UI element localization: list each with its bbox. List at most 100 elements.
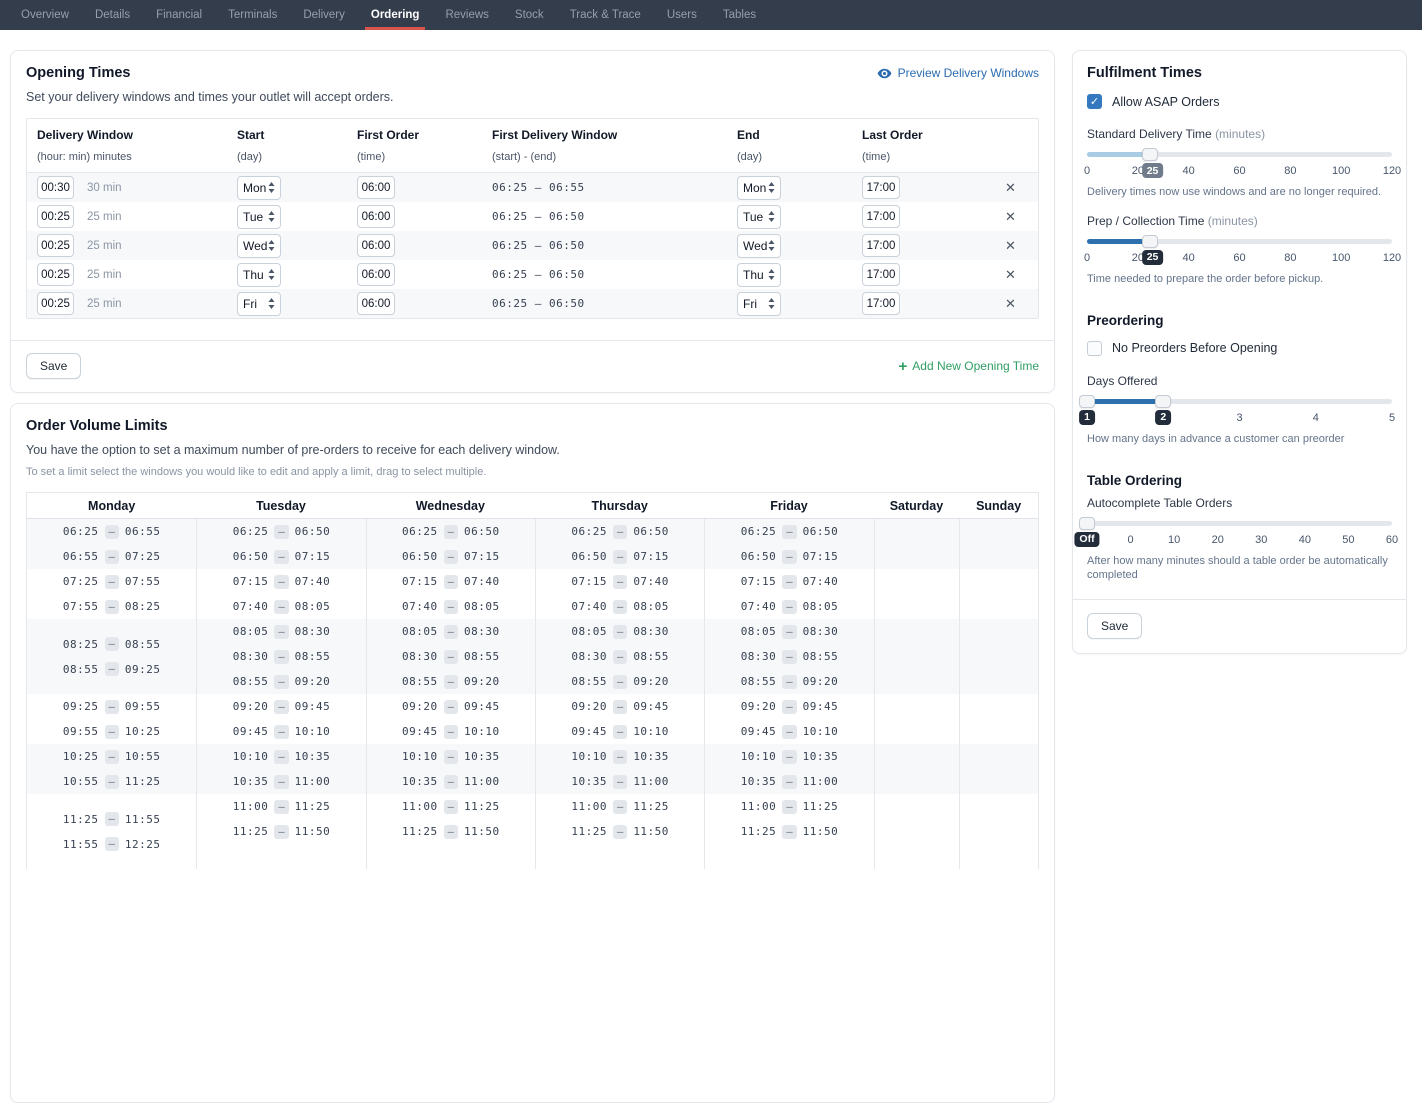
last-order-time-input[interactable]: [862, 263, 900, 286]
nav-tab-details[interactable]: Details: [82, 0, 143, 30]
days-offered-slider[interactable]: 1234512: [1087, 395, 1392, 428]
delivery-window-slot[interactable]: 10:35–11:00: [197, 769, 365, 794]
autocomplete-table-orders-slider[interactable]: Off0102030405060Off: [1087, 517, 1392, 550]
delivery-window-slot[interactable]: 10:35–11:00: [367, 769, 535, 794]
end-day-select[interactable]: Fri: [737, 292, 781, 316]
delivery-window-slot[interactable]: 06:25–06:50: [536, 519, 704, 544]
delivery-window-slot[interactable]: 11:00–11:25: [705, 794, 873, 819]
delivery-window-slot[interactable]: 07:15–07:40: [705, 569, 873, 594]
delivery-window-slot[interactable]: 08:05–08:30: [367, 619, 535, 644]
slider-handle[interactable]: [1142, 148, 1158, 161]
delivery-window-duration-input[interactable]: [37, 176, 74, 199]
standard-delivery-time-slider[interactable]: 02040608010012025: [1087, 148, 1392, 181]
delivery-window-slot[interactable]: 11:25–11:50: [536, 819, 704, 844]
nav-tab-overview[interactable]: Overview: [8, 0, 82, 30]
delivery-window-slot[interactable]: 06:50–07:15: [367, 544, 535, 569]
start-day-select[interactable]: Mon: [237, 176, 281, 200]
delete-row-button[interactable]: ✕: [1005, 267, 1016, 283]
delivery-window-slot[interactable]: 11:25–11:50: [197, 819, 365, 844]
delivery-window-slot[interactable]: 07:15–07:40: [197, 569, 365, 594]
nav-tab-users[interactable]: Users: [654, 0, 710, 30]
delivery-window-slot[interactable]: 07:25–07:55: [27, 569, 196, 594]
delete-row-button[interactable]: ✕: [1005, 209, 1016, 225]
nav-tab-terminals[interactable]: Terminals: [215, 0, 290, 30]
delivery-window-slot[interactable]: 10:10–10:35: [367, 744, 535, 769]
delivery-window-slot[interactable]: 11:00–11:25: [197, 794, 365, 819]
delivery-window-slot[interactable]: 11:55–12:25: [27, 832, 196, 857]
delivery-window-slot[interactable]: 07:55–08:25: [27, 594, 196, 619]
delivery-window-slot[interactable]: 09:45–10:10: [536, 719, 704, 744]
nav-tab-track-trace[interactable]: Track & Trace: [557, 0, 654, 30]
delivery-window-slot[interactable]: 10:10–10:35: [705, 744, 873, 769]
nav-tab-delivery[interactable]: Delivery: [290, 0, 358, 30]
delete-row-button[interactable]: ✕: [1005, 238, 1016, 254]
delivery-window-slot[interactable]: 09:45–10:10: [197, 719, 365, 744]
delivery-window-slot[interactable]: 07:40–08:05: [197, 594, 365, 619]
delivery-window-slot[interactable]: 06:50–07:15: [197, 544, 365, 569]
nav-tab-ordering[interactable]: Ordering: [358, 0, 433, 30]
delivery-window-slot[interactable]: 08:30–08:55: [197, 644, 365, 669]
delivery-window-slot[interactable]: 10:35–11:00: [705, 769, 873, 794]
start-day-select[interactable]: Wed: [237, 234, 281, 258]
slider-track[interactable]: [1087, 521, 1392, 526]
delivery-window-slot[interactable]: 10:35–11:00: [536, 769, 704, 794]
delivery-window-slot[interactable]: 08:55–09:20: [197, 669, 365, 694]
preview-delivery-windows-link[interactable]: Preview Delivery Windows: [877, 66, 1039, 80]
delivery-window-slot[interactable]: 10:55–11:25: [27, 769, 196, 794]
start-day-select[interactable]: Fri: [237, 292, 281, 316]
delivery-window-slot[interactable]: 09:20–09:45: [536, 694, 704, 719]
delivery-window-slot[interactable]: 08:05–08:30: [197, 619, 365, 644]
nav-tab-stock[interactable]: Stock: [502, 0, 557, 30]
delivery-window-slot[interactable]: 10:10–10:35: [536, 744, 704, 769]
first-order-time-input[interactable]: [357, 292, 395, 315]
start-day-select[interactable]: Tue: [237, 205, 281, 229]
delivery-window-slot[interactable]: 08:55–09:20: [536, 669, 704, 694]
slider-handle[interactable]: [1079, 395, 1095, 408]
first-order-time-input[interactable]: [357, 263, 395, 286]
delivery-window-slot[interactable]: 09:45–10:10: [705, 719, 873, 744]
delivery-window-slot[interactable]: 08:05–08:30: [705, 619, 873, 644]
delivery-window-slot[interactable]: 10:10–10:35: [197, 744, 365, 769]
last-order-time-input[interactable]: [862, 234, 900, 257]
last-order-time-input[interactable]: [862, 205, 900, 228]
delivery-window-slot[interactable]: 08:05–08:30: [536, 619, 704, 644]
end-day-select[interactable]: Tue: [737, 205, 781, 229]
delivery-window-slot[interactable]: 08:55–09:25: [27, 657, 196, 682]
delivery-window-slot[interactable]: 09:55–10:25: [27, 719, 196, 744]
slider-handle[interactable]: [1142, 235, 1158, 248]
first-order-time-input[interactable]: [357, 234, 395, 257]
delivery-window-slot[interactable]: 06:25–06:55: [27, 519, 196, 544]
delivery-window-slot[interactable]: 07:40–08:05: [367, 594, 535, 619]
delivery-window-slot[interactable]: 08:30–08:55: [367, 644, 535, 669]
add-new-opening-time-link[interactable]: + Add New Opening Time: [899, 359, 1040, 374]
delivery-window-slot[interactable]: 09:20–09:45: [367, 694, 535, 719]
delivery-window-slot[interactable]: 10:25–10:55: [27, 744, 196, 769]
start-day-select[interactable]: Thu: [237, 263, 281, 287]
delivery-window-slot[interactable]: 09:20–09:45: [705, 694, 873, 719]
delivery-window-slot[interactable]: 08:55–09:20: [367, 669, 535, 694]
delivery-window-slot[interactable]: 11:25–11:50: [367, 819, 535, 844]
delivery-window-slot[interactable]: 07:40–08:05: [536, 594, 704, 619]
delivery-window-slot[interactable]: 06:55–07:25: [27, 544, 196, 569]
first-order-time-input[interactable]: [357, 176, 395, 199]
delivery-window-slot[interactable]: 07:40–08:05: [705, 594, 873, 619]
delivery-window-slot[interactable]: 07:15–07:40: [536, 569, 704, 594]
delivery-window-slot[interactable]: 08:25–08:55: [27, 632, 196, 657]
delivery-window-slot[interactable]: 11:00–11:25: [536, 794, 704, 819]
nav-tab-tables[interactable]: Tables: [710, 0, 769, 30]
delivery-window-slot[interactable]: 11:25–11:55: [27, 807, 196, 832]
slider-handle[interactable]: [1079, 517, 1095, 530]
opening-times-save-button[interactable]: Save: [26, 353, 81, 379]
end-day-select[interactable]: Wed: [737, 234, 781, 258]
delivery-window-slot[interactable]: 08:55–09:20: [705, 669, 873, 694]
delivery-window-slot[interactable]: 11:25–11:50: [705, 819, 873, 844]
end-day-select[interactable]: Thu: [737, 263, 781, 287]
last-order-time-input[interactable]: [862, 176, 900, 199]
end-day-select[interactable]: Mon: [737, 176, 781, 200]
delivery-window-slot[interactable]: 07:15–07:40: [367, 569, 535, 594]
delivery-window-slot[interactable]: 11:00–11:25: [367, 794, 535, 819]
prep-collection-time-slider[interactable]: 02040608010012025: [1087, 235, 1392, 268]
delivery-window-duration-input[interactable]: [37, 205, 74, 228]
delivery-window-slot[interactable]: 06:25–06:50: [367, 519, 535, 544]
first-order-time-input[interactable]: [357, 205, 395, 228]
